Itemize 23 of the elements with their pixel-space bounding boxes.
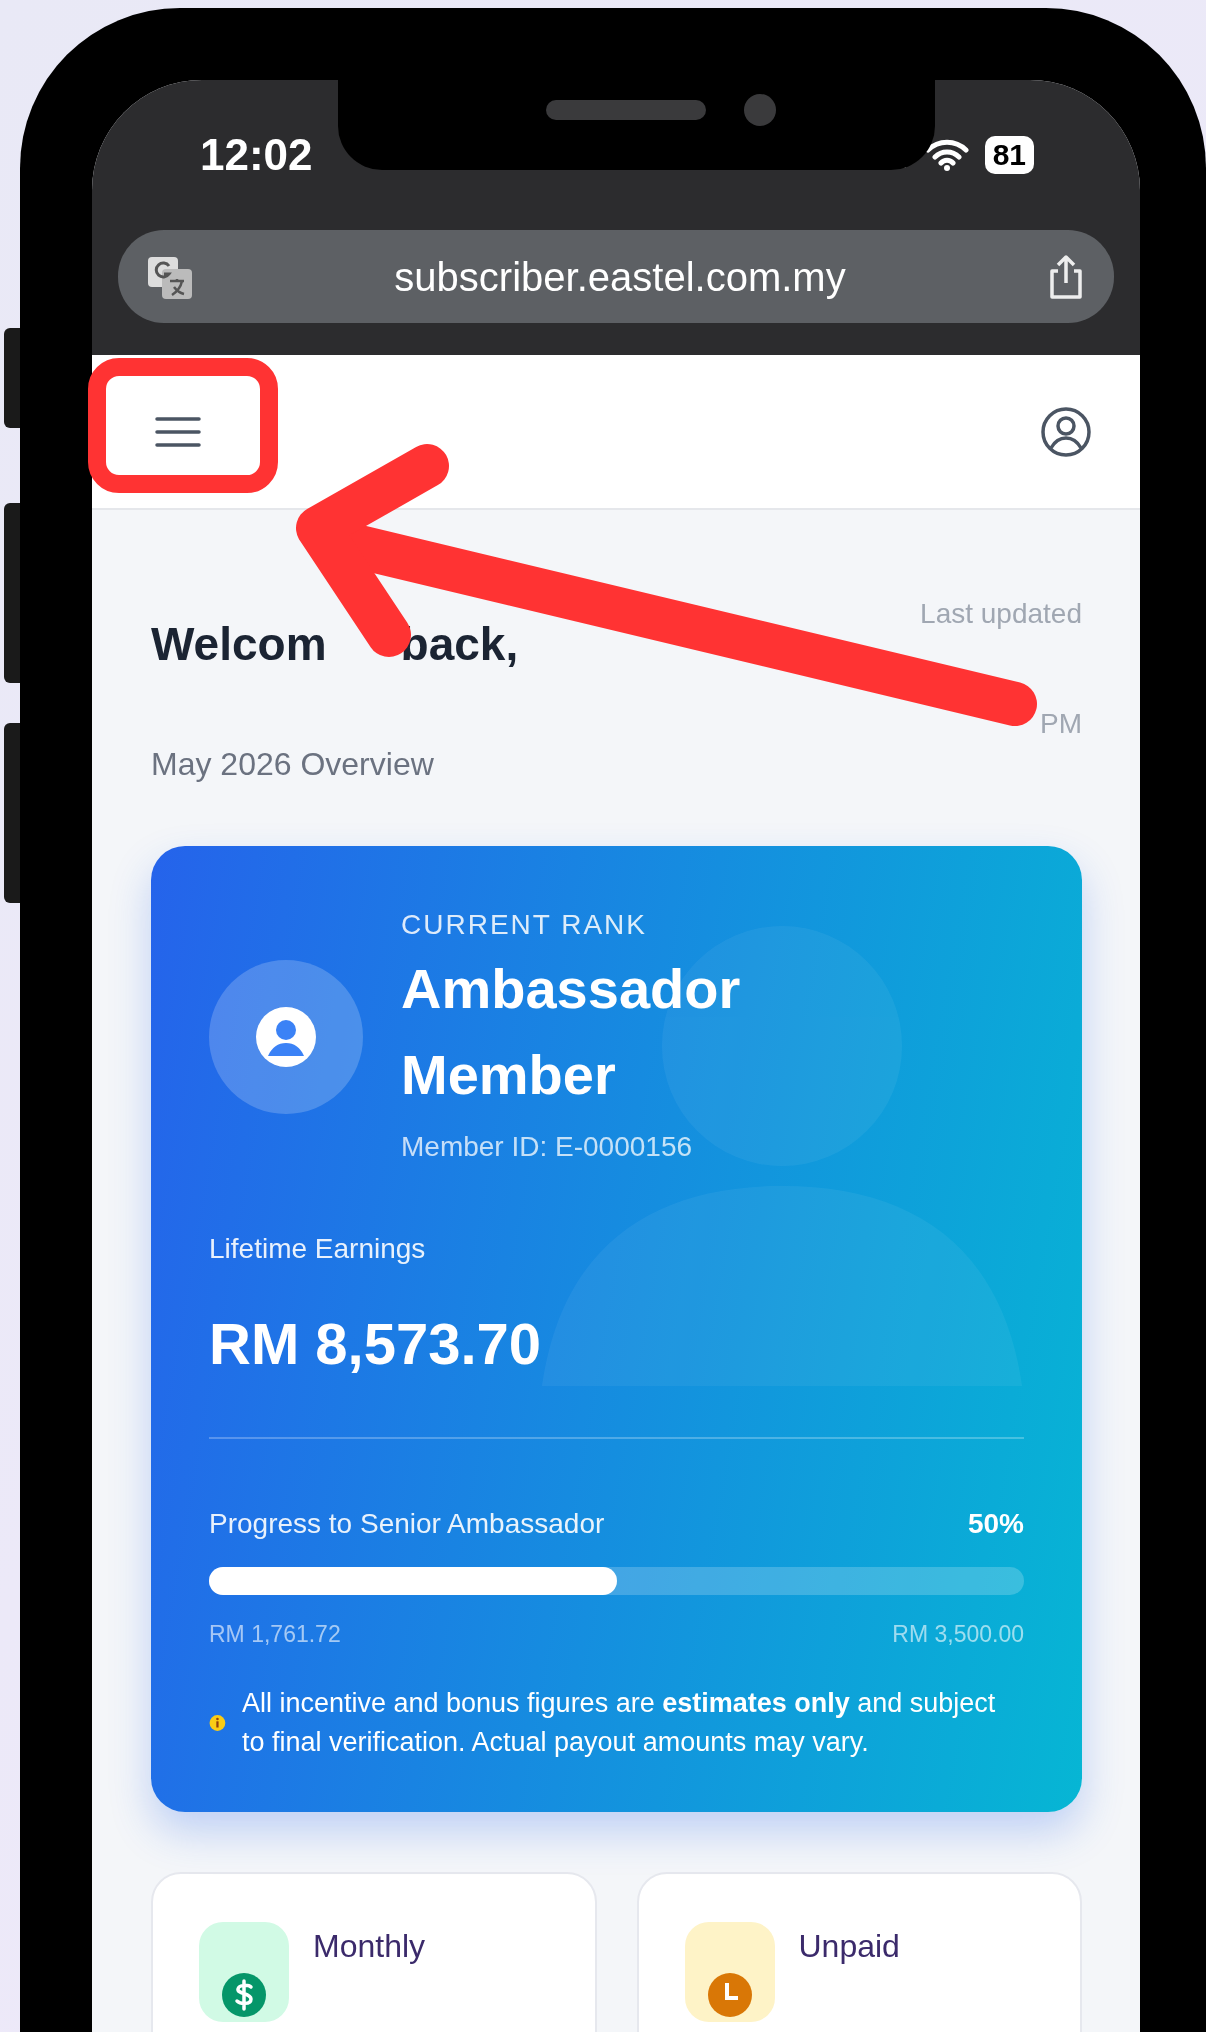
estimate-disclaimer: All incentive and bonus figures are estimates only and subject to final verification. Actual payout amounts may vary. [241, 1686, 997, 1759]
progress-label: Progress to Senior Ambassador [209, 1507, 605, 1541]
last-updated-label: Last updated [920, 597, 1082, 631]
stat-label: Monthly [313, 1926, 426, 1966]
dollar-icon [221, 1971, 267, 2018]
rank-title: Ambassador Member [401, 956, 742, 1108]
earnings-amount: RM 8,573.70 [209, 1310, 543, 1378]
overview-period: May 2026 Overview [151, 745, 435, 784]
last-updated-time: PM [1040, 707, 1082, 741]
progress-target-amount: RM 3,500.00 [892, 1620, 1024, 1649]
battery-level: 81 [984, 136, 1034, 174]
wifi-icon [924, 139, 969, 171]
clock-icon [706, 1971, 753, 2018]
rank-eyebrow: CURRENT RANK [401, 908, 648, 942]
progress-percent: 50% [967, 1507, 1024, 1541]
welcome-heading: Welcom [151, 617, 327, 672]
user-profile-icon[interactable] [1040, 405, 1092, 458]
member-id: Member ID: E-0000156 [401, 1130, 694, 1164]
earnings-label: Lifetime Earnings [209, 1232, 427, 1266]
stat-label: Unpaid [798, 1926, 900, 1966]
camera-lens [744, 94, 776, 126]
progress-start-amount: RM 1,761.72 [209, 1620, 341, 1649]
clock-time: 12:02 [200, 129, 313, 181]
